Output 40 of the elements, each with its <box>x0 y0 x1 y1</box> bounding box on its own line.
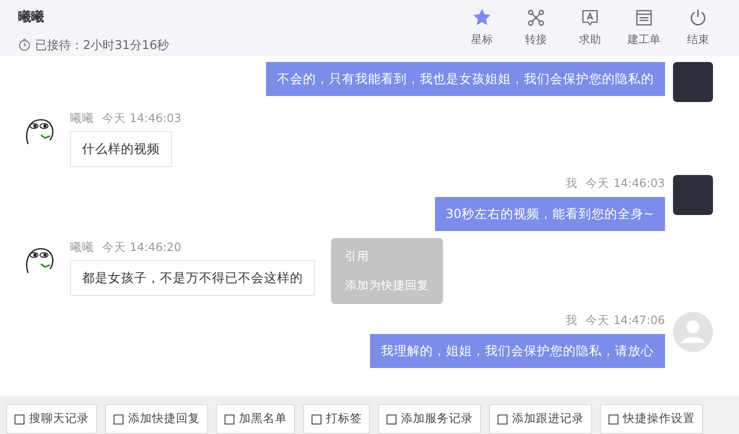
sender-name: 曦曦 <box>70 110 94 127</box>
message-time: 今天 14:46:20 <box>102 238 182 256</box>
header-action-button[interactable]: 求助 <box>567 8 613 48</box>
tool-icon <box>113 414 124 424</box>
tool-icon <box>608 414 619 424</box>
toolbar-button[interactable]: 添加快捷回复 <box>105 404 208 434</box>
tool-icon <box>497 414 508 424</box>
message-bubble: 我理解的，姐姐，我们会保护您的隐私，请放心 <box>370 334 665 368</box>
tool-icon <box>224 414 235 424</box>
tool-icon <box>311 414 322 424</box>
message-time: 今天 14:47:06 <box>586 312 665 330</box>
message-time: 今天 14:46:03 <box>102 110 182 127</box>
toolbar-button[interactable]: 加黑名单 <box>216 404 295 434</box>
tool-icon <box>386 414 397 424</box>
header-action-button[interactable]: 转接 <box>513 8 559 48</box>
toolbar-button[interactable]: 添加服务记录 <box>378 404 481 434</box>
star-icon <box>471 8 493 28</box>
photo-placeholder <box>673 175 713 216</box>
header-action-button[interactable]: 建工单 <box>621 8 667 48</box>
message-time: 今天 14:46:03 <box>586 175 665 192</box>
customer-name: 曦曦 <box>18 8 45 27</box>
sender-name: 曦曦 <box>70 238 94 256</box>
wait-time: 已接待：2小时31分16秒 <box>35 36 170 54</box>
network-icon <box>525 8 547 28</box>
toolbar-button[interactable]: 添加跟进记录 <box>489 404 592 434</box>
toolbar-button[interactable]: 快捷操作设置 <box>600 404 703 434</box>
message-bubble: 不会的，只有我能看到，我也是女孩姐姐，我们会保护您的隐私的 <box>266 62 665 96</box>
timer-icon <box>18 38 31 51</box>
user-silhouette-icon <box>673 312 713 352</box>
photo-placeholder <box>673 62 713 102</box>
message-bubble: 什么样的视频 <box>70 131 172 168</box>
message-bubble: 都是女孩子，不是万不得已不会这样的 <box>70 260 315 296</box>
header-action-button[interactable]: 星标 <box>459 8 505 48</box>
header-action-button[interactable]: 结束 <box>675 8 721 48</box>
message-bubble: 30秒左右的视频，能看到您的全身~ <box>434 196 665 230</box>
tool-icon <box>14 414 25 424</box>
toolbar-button[interactable]: 打标签 <box>303 404 370 434</box>
sender-name: 我 <box>566 175 578 192</box>
toolbar-button[interactable]: 搜聊天记录 <box>6 404 97 434</box>
sender-name: 我 <box>566 312 578 330</box>
